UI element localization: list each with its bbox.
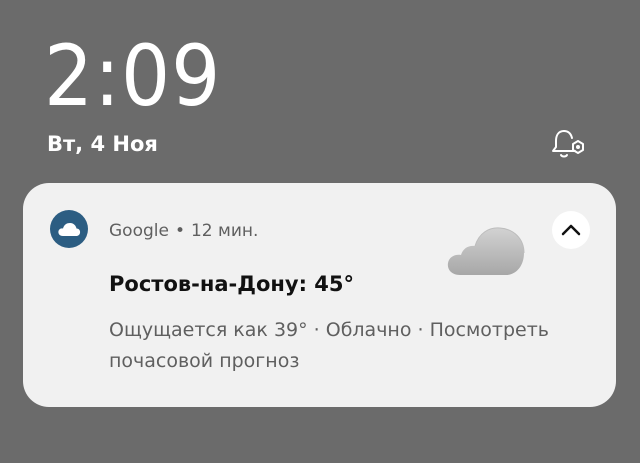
header-separator: • — [174, 221, 185, 241]
expand-button[interactable] — [552, 211, 590, 249]
google-app-icon — [50, 210, 88, 248]
notification-time: 12 мин. — [190, 221, 259, 241]
notification-header: Google • 12 мин. — [109, 221, 258, 241]
app-name: Google — [109, 221, 169, 241]
notification-card[interactable]: Google • 12 мин. Ростов-на-Дону: 45° Ощуща… — [23, 183, 616, 407]
lockscreen-clock: 2:09 — [44, 27, 222, 125]
cloud-icon — [58, 223, 81, 236]
cloud-icon — [446, 221, 526, 277]
chevron-up-icon — [561, 224, 581, 236]
bell-gear-icon[interactable] — [550, 125, 590, 161]
notification-body: Ощущается как 39° · Облачно · Посмотреть… — [109, 319, 549, 372]
notification-title: Ростов-на-Дону: 45° — [109, 272, 355, 296]
lockscreen-date: Вт, 4 Ноя — [47, 132, 158, 156]
